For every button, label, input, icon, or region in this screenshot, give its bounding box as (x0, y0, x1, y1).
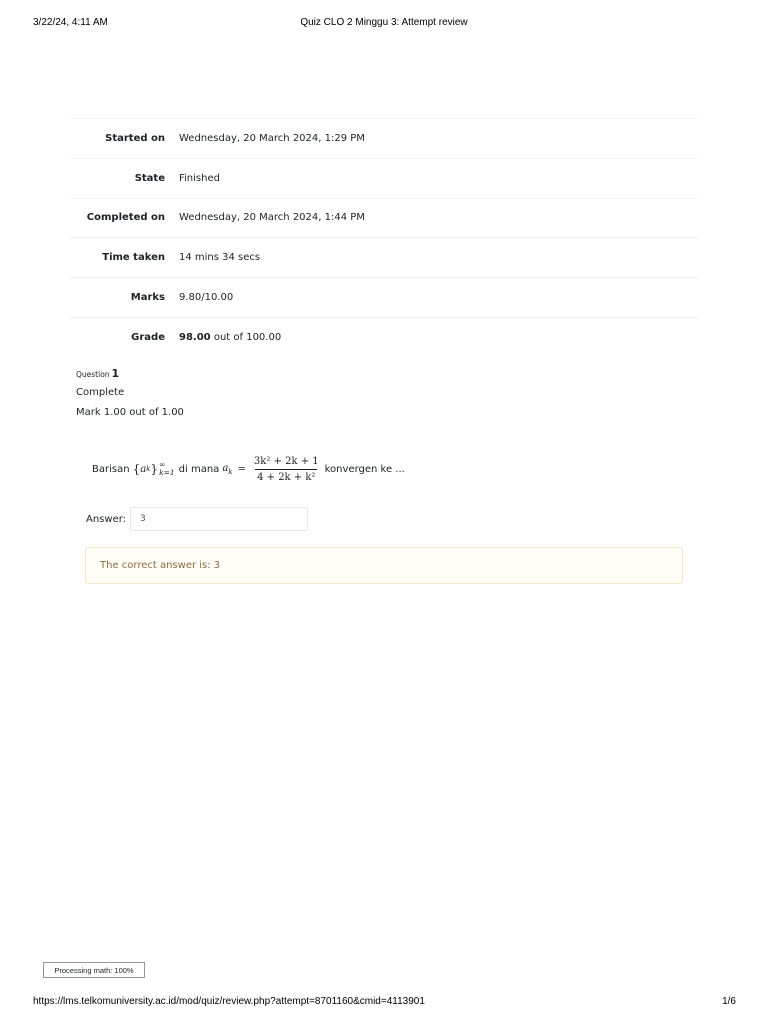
summary-label: Started on (105, 132, 165, 144)
summary-value: 14 mins 34 secs (179, 252, 261, 264)
summary-row-grade: Grade 98.00 out of 100.00 (70, 316, 698, 357)
summary-value: Wednesday, 20 March 2024, 1:29 PM (179, 132, 365, 144)
summary-value: 98.00 out of 100.00 (179, 332, 281, 343)
summary-label: Marks (130, 292, 165, 304)
summary-value: Wednesday, 20 March 2024, 1:44 PM (179, 212, 365, 224)
fraction-denominator: 4 + 2k + k² (255, 468, 318, 483)
question-state: Complete (76, 387, 125, 398)
summary-row-state: State Finished (70, 157, 698, 198)
summary-label: Time taken (102, 252, 165, 264)
question-number: Question 1 (76, 367, 184, 383)
equals-sign: = (237, 463, 246, 475)
print-header: 3/22/24, 4:11 AM Quiz CLO 2 Minggu 3: At… (0, 17, 768, 31)
print-url: https://lms.telkomuniversity.ac.id/mod/q… (33, 996, 425, 1007)
question-text: Barisan { a k } ∞ k=1 di mana ak = 3k² +… (92, 452, 405, 486)
summary-label: Grade (131, 331, 165, 343)
summary-row-started-on: Started on Wednesday, 20 March 2024, 1:2… (70, 118, 698, 158)
summary-value: Finished (179, 172, 220, 184)
summary-row-time-taken: Time taken 14 mins 34 secs (70, 237, 698, 277)
print-footer: https://lms.telkomuniversity.ac.id/mod/q… (0, 996, 768, 1010)
fraction-numerator: 3k² + 2k + 1 (253, 455, 319, 467)
correct-answer-feedback: The correct answer is: 3 (85, 547, 683, 584)
summary-row-completed-on: Completed on Wednesday, 20 March 2024, 1… (70, 197, 698, 238)
question-word: Question (76, 370, 110, 379)
attempt-summary-table: Started on Wednesday, 20 March 2024, 1:2… (70, 118, 698, 357)
question-text-middle: di mana (178, 463, 220, 475)
grade-out-of: out of 100.00 (213, 331, 282, 343)
grade-score: 98.00 (179, 331, 211, 343)
math-processing-status: Processing math: 100% (43, 962, 145, 978)
question-number-value: 1 (111, 367, 120, 380)
summary-label: State (134, 172, 165, 184)
answer-label: Answer: (86, 513, 127, 525)
answer-input[interactable]: 3 (130, 507, 309, 531)
fraction: 3k² + 2k + 1 4 + 2k + k² (252, 456, 321, 483)
sequence-close-brace: } (150, 462, 159, 476)
question-text-prefix: Barisan (92, 463, 130, 475)
sequence-lower-limit: k=1 (159, 468, 175, 477)
term-subscript: k (228, 467, 233, 476)
sequence-limits: ∞ k=1 (159, 461, 175, 477)
question-grade: Mark 1.00 out of 1.00 (76, 407, 184, 418)
summary-value: 9.80/10.00 (179, 292, 234, 304)
print-page-number: 1/6 (722, 996, 736, 1007)
sequence-open-brace: { (132, 462, 141, 476)
answer-row: Answer: 3 (86, 507, 309, 531)
summary-label: Completed on (86, 212, 165, 224)
question-text-suffix: konvergen ke ... (324, 463, 405, 475)
question-info: Question 1 Complete Mark 1.00 out of 1.0… (76, 367, 184, 418)
print-page-title: Quiz CLO 2 Minggu 3: Attempt review (300, 17, 468, 28)
summary-row-marks: Marks 9.80/10.00 (70, 277, 698, 317)
term-variable: ak (222, 463, 232, 476)
sequence-notation: { a k } ∞ k=1 (133, 461, 175, 477)
